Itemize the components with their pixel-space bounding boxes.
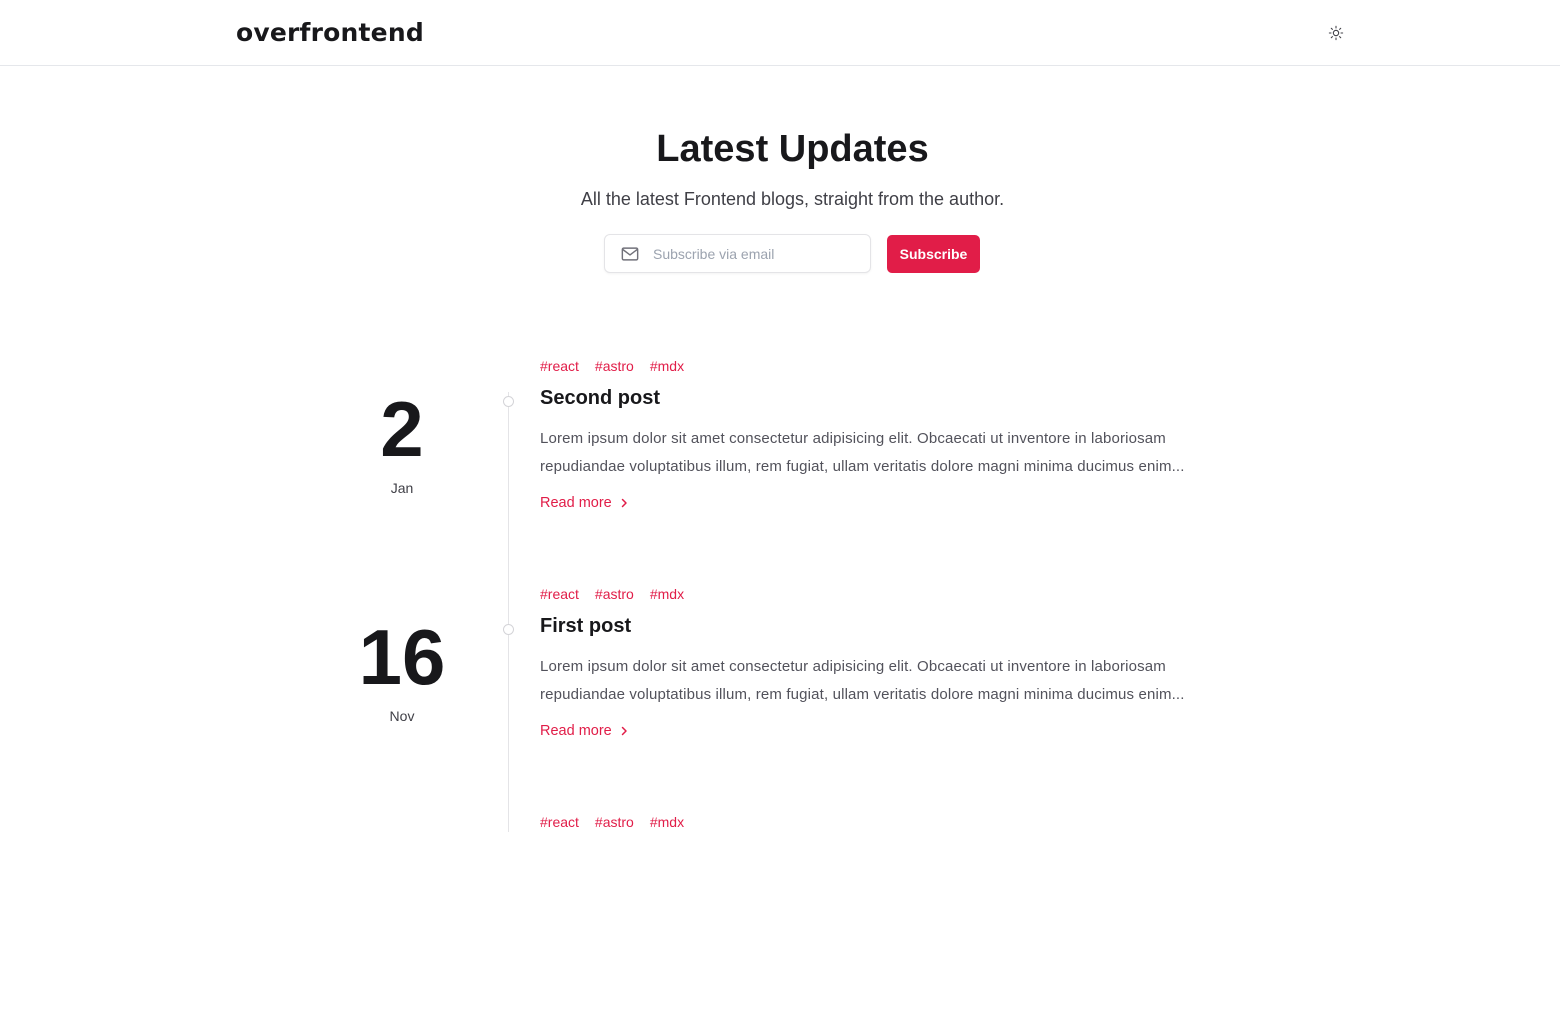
site-header: overfrontend [0,0,1560,66]
sun-icon [1328,25,1344,41]
post-tags: #react #astro #mdx [540,358,684,374]
tag-link[interactable]: #react [540,586,579,602]
page-subtitle: All the latest Frontend blogs, straight … [580,189,1005,209]
read-more-label: Read more [540,495,612,511]
chevron-right-icon [621,726,627,736]
tag-link[interactable]: #astro [595,814,634,830]
excerpt-line: repudiandae voluptatibus illum, rem fugi… [540,686,1185,703]
tag-link[interactable]: #mdx [650,358,684,374]
timeline-dot [503,396,514,407]
chevron-right-icon [621,498,627,508]
read-more-link[interactable]: Read more [540,723,628,739]
post-item: 2 Jan #react #astro #mdx Second post Lor… [0,358,1560,570]
post-date-day: 16 [358,613,446,701]
email-field-container [604,234,871,273]
post-tags: #react #astro #mdx [540,586,684,602]
subscribe-button[interactable]: Subscribe [887,235,980,273]
post-tags: #react #astro #mdx [540,814,684,830]
page-title: Latest Updates [656,128,929,170]
post-item: 16 Nov #react #astro #mdx First post Lor… [0,586,1560,798]
post-date-month: Nov [389,708,415,724]
tag-link[interactable]: #mdx [650,814,684,830]
post-excerpt: Lorem ipsum dolor sit amet consectetur a… [540,425,1250,481]
post-excerpt: Lorem ipsum dolor sit amet consectetur a… [540,653,1250,709]
tag-link[interactable]: #mdx [650,586,684,602]
post-item: #react #astro #mdx [0,814,1560,1026]
post-date-day: 2 [380,385,424,473]
excerpt-line: Lorem ipsum dolor sit amet consectetur a… [540,430,1166,447]
post-title[interactable]: Second post [540,387,660,410]
excerpt-line: repudiandae voluptatibus illum, rem fugi… [540,458,1185,475]
site-logo[interactable]: overfrontend [236,18,424,47]
tag-link[interactable]: #react [540,814,579,830]
read-more-link[interactable]: Read more [540,495,628,511]
theme-toggle-button[interactable] [1325,22,1347,44]
excerpt-line: Lorem ipsum dolor sit amet consectetur a… [540,658,1166,675]
read-more-label: Read more [540,723,612,739]
tag-link[interactable]: #astro [595,358,634,374]
email-field[interactable] [653,235,863,272]
timeline-dot [503,624,514,635]
tag-link[interactable]: #react [540,358,579,374]
tag-link[interactable]: #astro [595,586,634,602]
post-date-month: Jan [390,480,414,496]
post-title[interactable]: First post [540,615,631,638]
mail-icon [621,247,639,261]
